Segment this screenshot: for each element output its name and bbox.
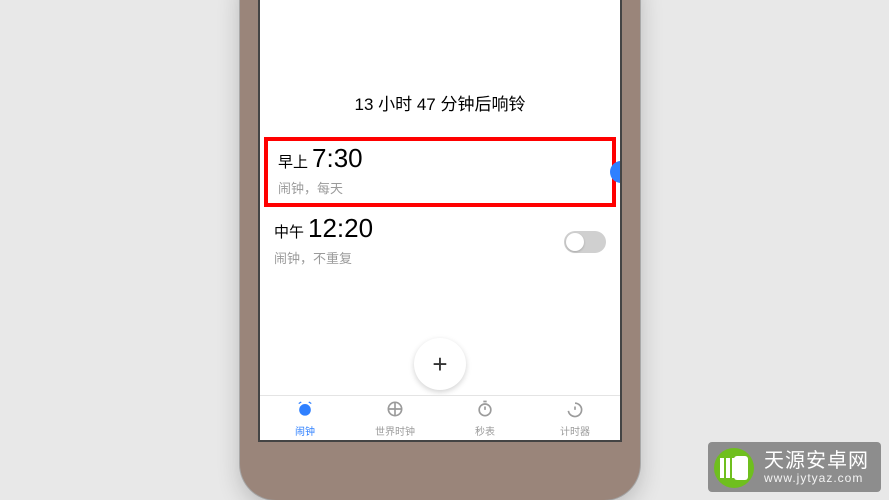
timer-icon xyxy=(565,399,585,422)
stopwatch-icon xyxy=(475,399,495,422)
tab-label: 闹钟 xyxy=(295,423,315,438)
alarm-row[interactable]: 早上 7:30 闹钟，每天 xyxy=(264,137,616,207)
tab-alarm[interactable]: 闹钟 xyxy=(260,396,350,440)
screen: 傍晚 6:12:02 13 小时 47 分钟后响铃 早上 7:30 闹钟，每天 … xyxy=(258,0,622,442)
phone-frame: 傍晚 6:12:02 13 小时 47 分钟后响铃 早上 7:30 闹钟，每天 … xyxy=(240,0,640,500)
globe-icon xyxy=(385,399,405,422)
current-time-display: 傍晚 6:12:02 xyxy=(260,0,620,4)
alarm-subtitle: 闹钟，不重复 xyxy=(274,248,606,267)
tab-label: 世界时钟 xyxy=(375,423,415,438)
alarm-toggle[interactable] xyxy=(564,231,606,253)
plus-icon: + xyxy=(432,349,447,380)
tabbar: 闹钟 世界时钟 秒表 计时器 xyxy=(260,395,620,440)
alarm-icon xyxy=(295,399,315,422)
watermark-title: 天源安卓网 xyxy=(764,450,869,472)
alarm-row[interactable]: 中午 12:20 闹钟，不重复 xyxy=(260,207,620,277)
alarm-period: 中午 xyxy=(274,221,304,242)
tab-label: 计时器 xyxy=(560,423,590,438)
next-ring-label: 13 小时 47 分钟后响铃 xyxy=(260,90,620,115)
tab-world-clock[interactable]: 世界时钟 xyxy=(350,396,440,440)
alarms-list: 早上 7:30 闹钟，每天 中午 12:20 闹钟，不重复 xyxy=(260,137,620,277)
clock-time: 6:12:02 xyxy=(354,0,575,4)
tab-stopwatch[interactable]: 秒表 xyxy=(440,396,530,440)
tab-label: 秒表 xyxy=(475,423,495,438)
tab-timer[interactable]: 计时器 xyxy=(530,396,620,440)
watermark-logo-icon xyxy=(714,448,754,488)
alarm-period: 早上 xyxy=(278,151,308,172)
watermark: 天源安卓网 www.jytyaz.com xyxy=(708,442,881,492)
watermark-url: www.jytyaz.com xyxy=(764,472,869,485)
alarm-subtitle: 闹钟，每天 xyxy=(278,178,602,197)
add-alarm-button[interactable]: + xyxy=(414,338,466,390)
alarm-time: 12:20 xyxy=(308,213,373,244)
alarm-time: 7:30 xyxy=(312,143,363,174)
alarm-toggle[interactable] xyxy=(610,161,622,183)
